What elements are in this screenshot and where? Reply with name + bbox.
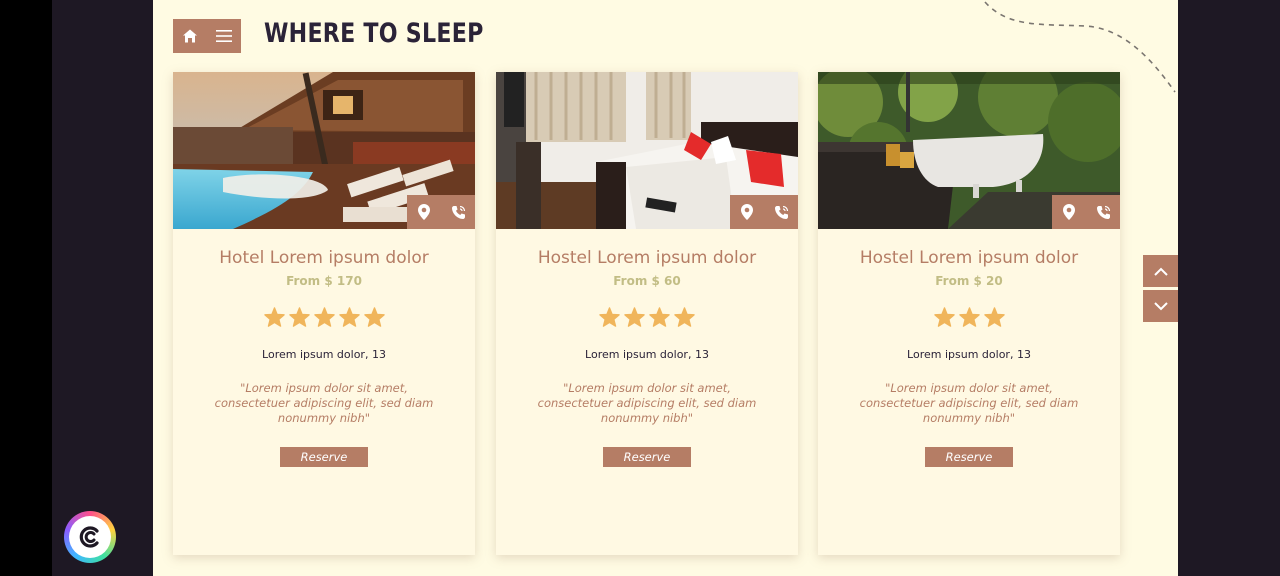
app-logo[interactable] (64, 511, 116, 563)
star-rating (818, 307, 1120, 332)
card-title: Hotel Lorem ipsum dolor (219, 248, 429, 268)
star-icon (599, 307, 620, 327)
card-price: From $ 170 (286, 274, 362, 288)
hotel-pool-photo (173, 72, 475, 229)
location-pin-icon[interactable] (409, 197, 439, 227)
star-icon (933, 307, 955, 327)
star-rating (173, 307, 475, 332)
card-title: Hostel Lorem ipsum dolor (859, 248, 1079, 268)
accommodation-card: Hotel Lorem ipsum dolor From $ 170 Lorem… (173, 72, 475, 555)
image-actions (407, 195, 475, 229)
scroll-down-button[interactable] (1143, 290, 1178, 322)
star-icon (983, 307, 1005, 327)
reserve-button[interactable]: Reserve (603, 447, 691, 467)
card-address: Lorem ipsum dolor, 13 (907, 348, 1031, 361)
card-address: Lorem ipsum dolor, 13 (585, 348, 709, 361)
star-icon (288, 307, 310, 327)
card-quote: "Lorem ipsum dolor sit amet, consectetue… (214, 381, 434, 425)
accommodation-card: Hostel Lorem ipsum dolor From $ 20 Lorem… (818, 72, 1120, 555)
star-icon (649, 307, 670, 327)
page-title: WHERE TO SLEEP (264, 18, 484, 49)
accommodation-card: Hostel Lorem ipsum dolor From $ 60 Lorem… (496, 72, 798, 555)
card-quote: "Lorem ipsum dolor sit amet, consectetue… (859, 381, 1079, 425)
card-price: From $ 60 (613, 274, 681, 288)
phone-icon[interactable] (1088, 197, 1118, 227)
location-pin-icon[interactable] (1054, 197, 1084, 227)
star-icon (338, 307, 360, 327)
star-icon (624, 307, 645, 327)
image-actions (730, 195, 798, 229)
card-price: From $ 20 (935, 274, 1003, 288)
star-icon (363, 307, 385, 327)
star-icon (263, 307, 285, 327)
phone-icon[interactable] (766, 197, 796, 227)
reserve-button[interactable]: Reserve (280, 447, 368, 467)
card-address: Lorem ipsum dolor, 13 (262, 348, 386, 361)
chevron-down-icon (1153, 301, 1168, 310)
star-icon (313, 307, 335, 327)
chevron-up-icon (1153, 267, 1168, 276)
star-icon (674, 307, 695, 327)
image-actions (1052, 195, 1120, 229)
card-quote: "Lorem ipsum dolor sit amet, consectetue… (537, 381, 757, 425)
reserve-button[interactable]: Reserve (925, 447, 1013, 467)
page-content: WHERE TO SLEEP Hotel Lorem ipsum dolor F… (153, 0, 1178, 576)
outdoor-bathtub-photo (818, 72, 1120, 229)
top-nav (173, 19, 241, 53)
location-pin-icon[interactable] (732, 197, 762, 227)
left-black-bar (0, 0, 52, 576)
star-icon (958, 307, 980, 327)
scroll-up-button[interactable] (1143, 255, 1178, 287)
home-icon[interactable] (175, 21, 205, 51)
menu-icon[interactable] (209, 21, 239, 51)
star-rating (496, 307, 798, 332)
card-title: Hostel Lorem ipsum dolor (537, 248, 757, 268)
phone-icon[interactable] (443, 197, 473, 227)
hostel-room-photo (496, 72, 798, 229)
